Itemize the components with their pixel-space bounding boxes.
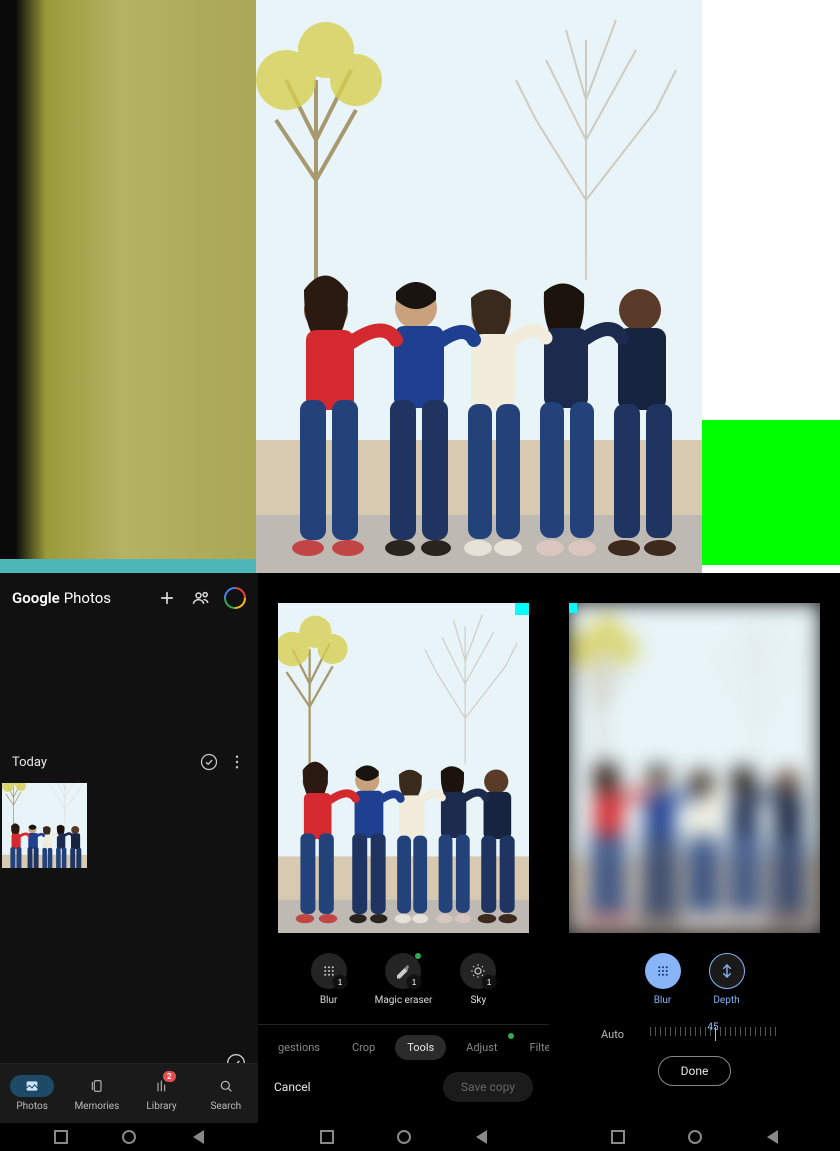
editor-blur-panel: Blur Depth Auto 45: [549, 573, 840, 1151]
nav-search-label: Search: [210, 1101, 241, 1112]
hero-right-pad: [702, 0, 840, 573]
section-today-label: Today: [12, 755, 47, 770]
gp-header: Google Photos: [0, 573, 258, 623]
cat-tools[interactable]: Tools: [395, 1035, 446, 1060]
sys-home-icon[interactable]: [397, 1130, 411, 1144]
tool-sky[interactable]: Sky: [460, 953, 496, 1006]
sys-home-icon[interactable]: [122, 1130, 136, 1144]
nav-search[interactable]: Search: [204, 1075, 248, 1112]
photo-thumbnail[interactable]: [2, 783, 87, 868]
done-button[interactable]: Done: [658, 1056, 732, 1086]
sys-recent-icon[interactable]: [611, 1130, 625, 1144]
sys-recent-icon[interactable]: [320, 1130, 334, 1144]
editor-tools-panel: Blur Magic eraser Sky gestions Crop: [258, 573, 549, 1151]
category-row: gestions Crop Tools Adjust Filters: [258, 1024, 549, 1060]
sys-home-icon[interactable]: [688, 1130, 702, 1144]
cancel-button[interactable]: Cancel: [274, 1080, 311, 1094]
tool-magic-eraser[interactable]: Magic eraser: [375, 953, 433, 1006]
tool-depth[interactable]: Depth: [709, 953, 745, 1006]
tool-blur-label: Blur: [320, 995, 338, 1006]
tool-sky-label: Sky: [470, 995, 486, 1006]
tool-depth-label: Depth: [713, 995, 739, 1006]
gp-bottom-nav: Photos Memories 2 Library Search: [0, 1063, 258, 1123]
cat-suggestions[interactable]: gestions: [266, 1035, 332, 1060]
select-all-icon[interactable]: [200, 753, 218, 771]
nav-memories[interactable]: Memories: [74, 1075, 119, 1112]
system-nav: [549, 1123, 840, 1151]
cat-crop[interactable]: Crop: [340, 1035, 387, 1060]
action-row: Done: [549, 1044, 840, 1086]
tool-blur-active[interactable]: Blur: [645, 953, 681, 1006]
system-nav: [0, 1123, 258, 1151]
sys-back-icon[interactable]: [190, 1130, 204, 1144]
editor-preview-blurred[interactable]: [569, 603, 820, 933]
hero-photo: [256, 0, 702, 573]
account-avatar[interactable]: [224, 587, 246, 609]
action-row: Cancel Save copy: [258, 1060, 549, 1102]
gp-brand-google: Google: [12, 589, 60, 607]
nav-photos[interactable]: Photos: [10, 1075, 54, 1112]
nav-library-badge: 2: [163, 1071, 176, 1082]
google-photos-panel: Google Photos Today: [0, 573, 258, 1151]
tool-magic-eraser-label: Magic eraser: [375, 995, 433, 1006]
blur-slider[interactable]: 45: [638, 1024, 788, 1044]
gp-brand-photos: Photos: [64, 589, 111, 607]
section-today-row: Today: [0, 753, 258, 779]
tool-row: Blur Magic eraser Sky: [311, 953, 497, 1006]
more-icon[interactable]: [228, 753, 246, 771]
nav-library[interactable]: 2 Library: [140, 1075, 184, 1112]
tool-blur-label: Blur: [654, 995, 672, 1006]
add-icon[interactable]: [156, 587, 178, 609]
tool-row: Blur Depth: [645, 953, 745, 1006]
gp-logo: Google Photos: [12, 589, 144, 607]
cat-adjust[interactable]: Adjust: [454, 1035, 509, 1060]
hero-left-smear: [0, 0, 256, 573]
system-nav: [258, 1123, 549, 1151]
nav-memories-label: Memories: [74, 1101, 119, 1112]
nav-library-label: Library: [146, 1101, 176, 1112]
sys-back-icon[interactable]: [764, 1130, 778, 1144]
auto-button[interactable]: Auto: [601, 1028, 624, 1041]
sys-recent-icon[interactable]: [54, 1130, 68, 1144]
slider-value: 45: [707, 1022, 718, 1033]
nav-photos-label: Photos: [16, 1101, 48, 1112]
save-copy-button[interactable]: Save copy: [443, 1072, 533, 1102]
hero-strip: [0, 0, 840, 573]
sys-back-icon[interactable]: [473, 1130, 487, 1144]
share-people-icon[interactable]: [190, 587, 212, 609]
slider-strip: Auto 45: [601, 1024, 788, 1044]
editor-preview[interactable]: [278, 603, 529, 933]
tool-blur[interactable]: Blur: [311, 953, 347, 1006]
